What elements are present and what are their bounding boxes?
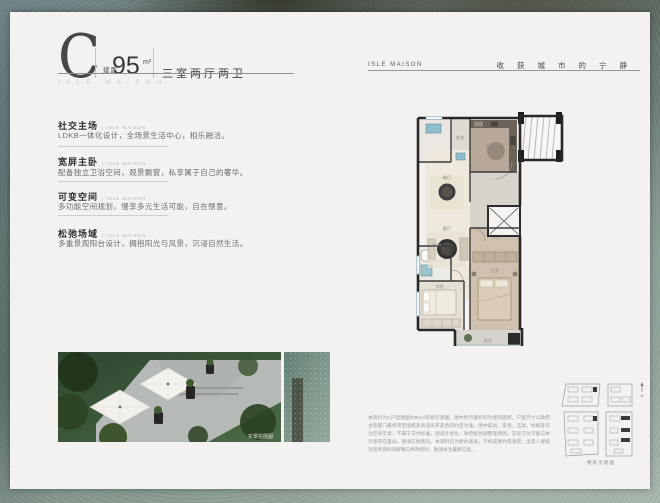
flue (508, 333, 520, 345)
bed-secondary (421, 289, 457, 316)
bed-master (477, 277, 512, 321)
basin-fixture (455, 152, 466, 161)
north-arrow-icon: N (640, 382, 644, 398)
brand-label: ISLE MAISON (368, 62, 423, 68)
section-divider (58, 181, 168, 182)
planter (186, 386, 195, 399)
right-header-rule (368, 70, 640, 71)
courtyard-photo-image: 实景拍摄图 (52, 352, 281, 451)
highlighted-unit (621, 428, 630, 432)
wardrobe-secondary (421, 318, 461, 328)
room-label-entry: 玄关 (456, 134, 464, 141)
glass-detail-image (284, 352, 330, 442)
room-label-bedroom2: 次卧 (436, 283, 444, 290)
section-body: LDKB一体化设计，全场景生活中心，相乐融洽。 (58, 131, 230, 140)
area-value: 95 (112, 52, 140, 80)
key-plan-drawing: N (561, 382, 644, 457)
section-body: 配备独立卫浴空间，观景飘窗，私享属于自己的奢华。 (58, 168, 248, 177)
section-tag: | ISLE MAISON (102, 161, 147, 166)
left-header-rule (58, 73, 294, 74)
elevator-shaft (487, 205, 521, 237)
floor-plan-drawing: 玄关 厨房 餐厅 客厅 卫生间 次卧 主卧 阳台 (416, 112, 564, 350)
left-watermark: ISLE MAISON (58, 80, 168, 86)
section-body: 多功能空间规划，慢享多元生活可能，自在惬意。 (58, 202, 232, 211)
nightstand (471, 271, 477, 277)
glass-detail-photo (284, 352, 330, 442)
highlighted-unit (621, 438, 630, 442)
courtyard-photo: 实景拍摄图 (52, 352, 281, 451)
balcony-plant (464, 334, 472, 342)
section-title: 宽屏主卧 (58, 157, 99, 167)
unit-letter: C (58, 22, 101, 92)
disclaimer-text: 本资料为C户型建面约95m²装修示意图，图中所示面积均为建筑面积，户型尺寸以政府… (368, 415, 550, 452)
room-label-bath: 卫生间 (431, 242, 442, 247)
room-label-kitchen: 厨房 (486, 143, 494, 150)
room-label-master: 主卧 (491, 267, 499, 274)
brochure-spread: C 建面 95 m² 三室两厅两卫 ISLE MAISON 社交主场 | ISLE… (10, 12, 650, 489)
room-label-dining: 餐厅 (443, 174, 451, 181)
sink-fixture (425, 123, 442, 134)
keyplan-caption: 楼栋示意图 (587, 460, 615, 465)
room-label-living: 客厅 (443, 225, 451, 232)
brochure-canvas: C 建面 95 m² 三室两厅两卫 ISLE MAISON 社交主场 | ISLE… (0, 0, 660, 503)
room-label-balcony: 阳台 (484, 337, 492, 344)
sofa (459, 237, 469, 261)
north-label: N (641, 393, 644, 398)
section-divider (58, 215, 168, 216)
highlighted-unit (593, 387, 597, 392)
nightstand (512, 271, 518, 277)
photo-caption: 实景拍摄图 (248, 433, 273, 440)
area-unit: m² (143, 59, 152, 66)
site-key-plan: N (558, 378, 648, 460)
highlighted-unit (593, 416, 597, 421)
section-divider (58, 146, 168, 147)
floor-plan: 玄关 厨房 餐厅 客厅 卫生间 次卧 主卧 阳台 (416, 106, 566, 350)
highlighted-unit (621, 416, 630, 420)
section-body: 多重景观阳台设计，拥抱阳光与风景，沉浸自然生活。 (58, 239, 248, 248)
